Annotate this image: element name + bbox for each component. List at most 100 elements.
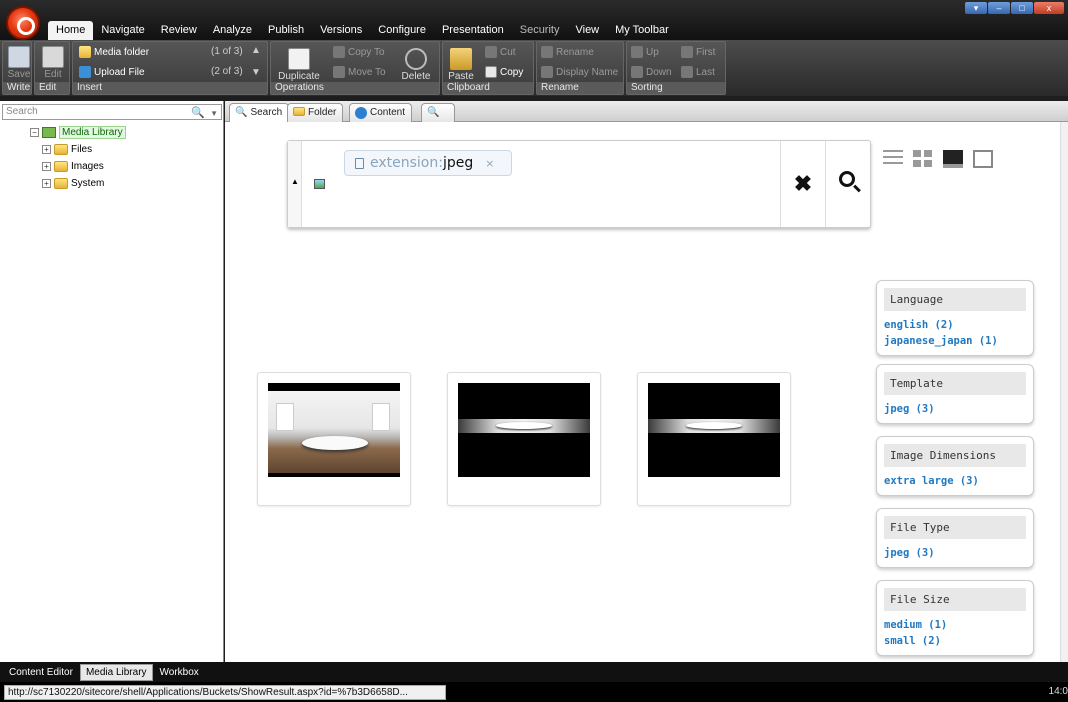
upload-icon: [79, 66, 91, 78]
display-name-button[interactable]: Display Name: [541, 66, 618, 78]
result-card[interactable]: [637, 372, 791, 506]
ribbon-group-title: Clipboard: [443, 82, 533, 94]
result-card[interactable]: [257, 372, 411, 506]
copy-button[interactable]: Copy: [485, 66, 523, 78]
ribbon-group-operations: Duplicate Copy To Move To Delete Operati…: [270, 41, 440, 95]
edit-button[interactable]: Edit: [37, 44, 69, 80]
tab-media-library[interactable]: Media Library: [79, 663, 153, 681]
dropdown-icon[interactable]: ▾: [965, 2, 987, 14]
tree-item-files[interactable]: + Files: [42, 144, 92, 155]
expand-icon[interactable]: +: [42, 145, 51, 154]
facet-link[interactable]: small (2): [884, 633, 1026, 649]
result-thumbnail[interactable]: [268, 383, 400, 477]
facet-link[interactable]: medium (1): [884, 617, 1026, 633]
tab-workbox[interactable]: Workbox: [155, 665, 204, 680]
tab-add[interactable]: 🔍: [421, 103, 455, 122]
collapse-icon[interactable]: −: [30, 128, 39, 137]
menu-versions[interactable]: Versions: [312, 21, 370, 40]
search-icon: [839, 171, 855, 187]
search-filter-chip[interactable]: extension: jpeg ×: [344, 150, 512, 176]
sort-first-button[interactable]: First: [681, 46, 715, 58]
menu-review[interactable]: Review: [153, 21, 205, 40]
panorama-image: [648, 419, 780, 433]
tab-folder[interactable]: Folder: [287, 103, 344, 122]
paste-icon: [450, 48, 472, 70]
vertical-scrollbar[interactable]: [1060, 122, 1068, 662]
media-library-icon: [42, 127, 56, 138]
tab-search[interactable]: 🔍 Search: [229, 103, 290, 123]
list-view-icon[interactable]: [883, 150, 903, 168]
facet-link[interactable]: jpeg (3): [884, 545, 1026, 561]
paste-button[interactable]: Paste: [445, 46, 477, 82]
search-options-toggle[interactable]: ▲: [288, 141, 302, 227]
upload-file-button[interactable]: Upload File: [79, 66, 145, 78]
menu-view[interactable]: View: [567, 21, 607, 40]
grid-view-icon[interactable]: [913, 150, 933, 168]
maximize-button[interactable]: □: [1011, 2, 1033, 14]
ribbon-group-edit: Edit Edit: [34, 41, 70, 95]
tab-content-editor[interactable]: Content Editor: [4, 665, 78, 680]
chevron-down-icon[interactable]: ▼: [210, 107, 218, 121]
duplicate-button[interactable]: Duplicate: [273, 46, 325, 82]
menu-publish[interactable]: Publish: [260, 21, 312, 40]
facet-link[interactable]: extra large (3): [884, 473, 1026, 489]
sort-last-button[interactable]: Last: [681, 66, 715, 78]
move-to-icon: [333, 66, 345, 78]
minimize-button[interactable]: –: [988, 2, 1010, 14]
scroll-up-icon[interactable]: ▲: [251, 45, 261, 56]
tree-search-input[interactable]: Search 🔍 ▼: [2, 104, 222, 120]
cut-button[interactable]: Cut: [485, 46, 516, 58]
folder-icon: [79, 46, 91, 58]
ribbon-group-title: Sorting: [627, 82, 725, 94]
remove-filter-icon[interactable]: ×: [485, 157, 494, 170]
double-arrow-down-icon: [681, 66, 693, 78]
menu-my-toolbar[interactable]: My Toolbar: [607, 21, 677, 40]
expand-icon[interactable]: +: [42, 162, 51, 171]
close-icon: ✖: [793, 171, 813, 196]
scroll-down-icon[interactable]: ▼: [251, 67, 261, 78]
facet-language: Language english (2) japanese_japan (1): [876, 280, 1034, 356]
menu-security[interactable]: Security: [512, 21, 568, 40]
result-thumbnail[interactable]: [648, 383, 780, 477]
facet-link[interactable]: english (2): [884, 317, 1026, 333]
facet-image-dimensions: Image Dimensions extra large (3): [876, 436, 1034, 496]
clear-search-button[interactable]: ✖: [780, 141, 825, 227]
tree-item-system[interactable]: + System: [42, 178, 104, 189]
menu-presentation[interactable]: Presentation: [434, 21, 512, 40]
gallery-view-icon[interactable]: [973, 150, 993, 168]
main-menu: Home Navigate Review Analyze Publish Ver…: [48, 21, 677, 40]
tree-item-images[interactable]: + Images: [42, 161, 104, 172]
close-button[interactable]: x: [1034, 2, 1064, 14]
search-icon[interactable]: 🔍: [191, 106, 205, 120]
rename-button[interactable]: Rename: [541, 46, 594, 58]
menu-navigate[interactable]: Navigate: [93, 21, 152, 40]
menu-home[interactable]: Home: [48, 21, 94, 40]
copy-to-button[interactable]: Copy To: [333, 46, 385, 58]
delete-icon: [405, 48, 427, 70]
ribbon-group-title: Rename: [537, 82, 623, 94]
sort-down-button[interactable]: Down: [631, 66, 672, 78]
insert-page-counter: (1 of 3): [211, 46, 243, 57]
expand-icon[interactable]: +: [42, 179, 51, 188]
detail-view-icon[interactable]: [943, 150, 963, 168]
ribbon-group-title: Edit: [35, 82, 69, 94]
sort-up-button[interactable]: Up: [631, 46, 659, 58]
move-to-button[interactable]: Move To: [333, 66, 386, 78]
menu-configure[interactable]: Configure: [370, 21, 434, 40]
save-button[interactable]: Save: [3, 44, 35, 80]
rename-icon: [541, 46, 553, 58]
result-card[interactable]: [447, 372, 601, 506]
search-button[interactable]: [825, 141, 870, 227]
menu-analyze[interactable]: Analyze: [205, 21, 260, 40]
sitecore-logo-icon[interactable]: [6, 6, 40, 40]
tab-content[interactable]: Content: [349, 103, 413, 122]
tree-item-media-library[interactable]: − Media Library: [30, 126, 126, 139]
facet-link[interactable]: jpeg (3): [884, 401, 1026, 417]
delete-button[interactable]: Delete: [395, 46, 437, 82]
search-icon: 🔍: [235, 107, 248, 118]
facet-link[interactable]: japanese_japan (1): [884, 333, 1026, 349]
add-search-icon: 🔍: [427, 107, 440, 118]
media-folder-button[interactable]: Media folder: [79, 46, 149, 58]
ribbon-group-insert: Media folder Upload File (1 of 3) (2 of …: [72, 41, 268, 95]
result-thumbnail[interactable]: [458, 383, 590, 477]
